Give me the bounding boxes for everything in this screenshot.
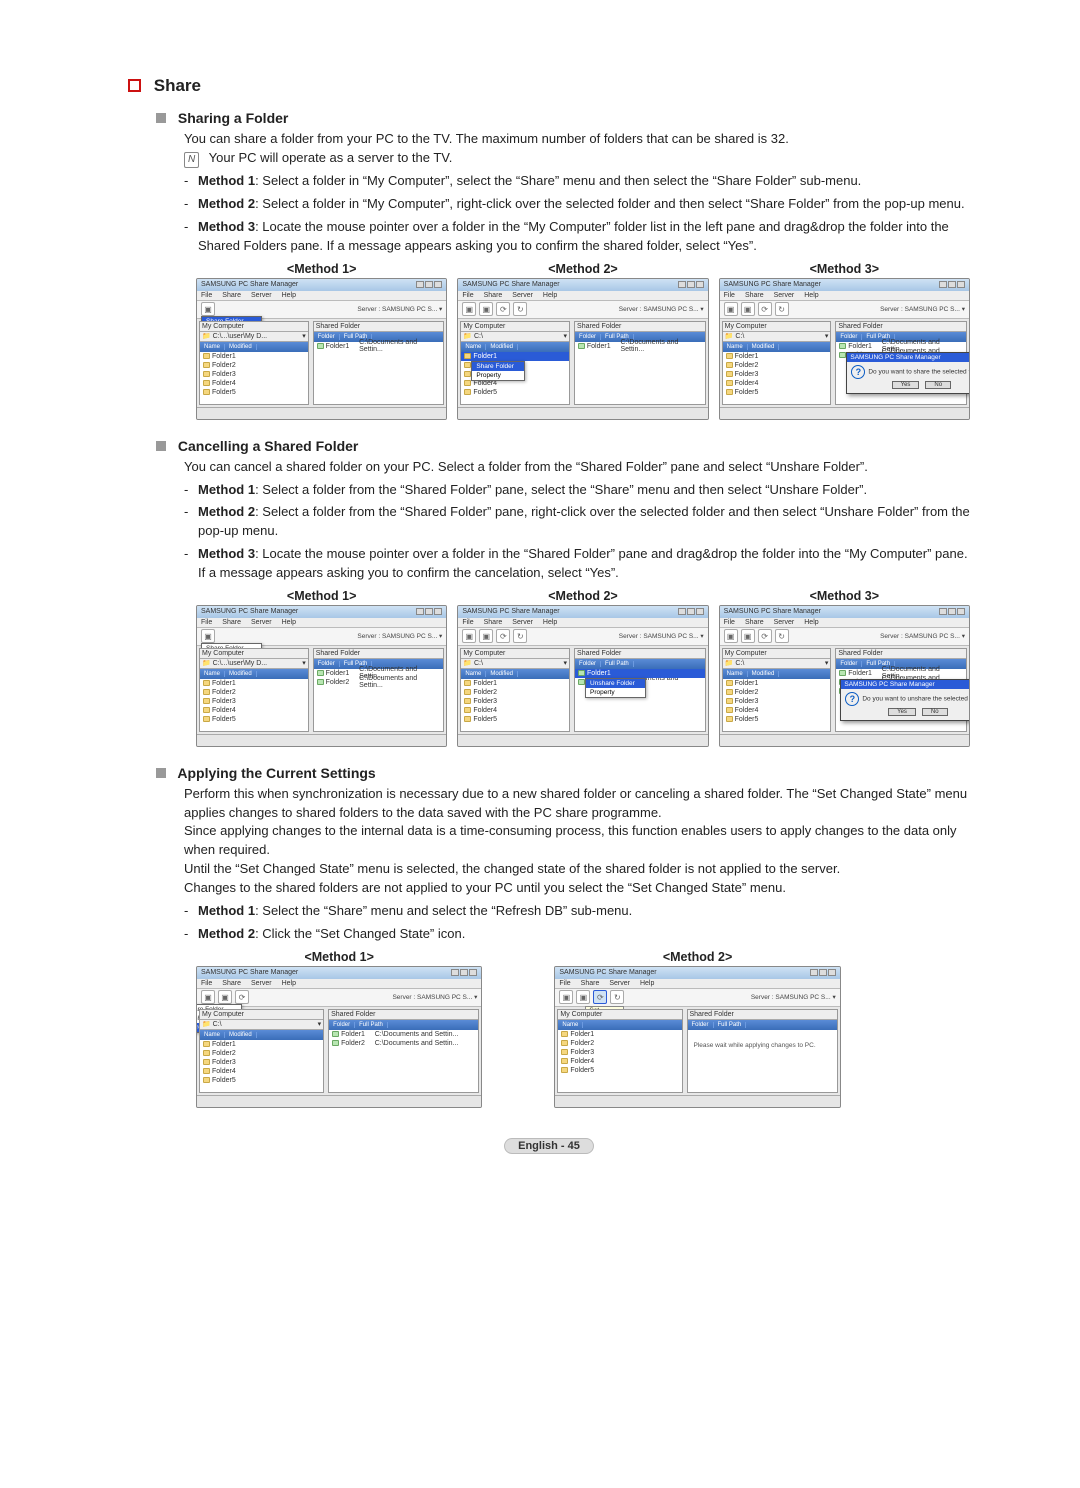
screenshot-apply-m1: SAMSUNG PC Share Manager FileShareServer…	[196, 966, 482, 1108]
section-applying: Applying the Current Settings Perform th…	[156, 765, 970, 1108]
heading-applying: Applying the Current Settings	[156, 765, 970, 781]
section-cancelling: Cancelling a Shared Folder You can cance…	[156, 438, 970, 747]
apply-m2: -Method 2: Click the “Set Changed State”…	[184, 925, 970, 944]
heading-cancelling: Cancelling a Shared Folder	[156, 438, 970, 454]
label-m3: <Method 3>	[719, 262, 970, 276]
screenshot-cancel-m2: SAMSUNG PC Share Manager FileShareServer…	[457, 605, 708, 747]
cancel-m2: -Method 2: Select a folder from the “Sha…	[184, 503, 970, 541]
cancel-screens: <Method 1> SAMSUNG PC Share Manager File…	[196, 589, 970, 747]
screenshot-share-m2: SAMSUNG PC Share Manager FileShareServer…	[457, 278, 708, 420]
label-m2: <Method 2>	[457, 262, 708, 276]
bullet-square-icon	[128, 79, 141, 92]
sharing-m2: - Method 2: Select a folder in “My Compu…	[184, 195, 970, 214]
no-button[interactable]: No	[922, 708, 948, 716]
section-sharing: Sharing a Folder You can share a folder …	[156, 110, 970, 420]
sharing-intro: You can share a folder from your PC to t…	[184, 130, 970, 149]
screenshot-apply-m2: SAMSUNG PC Share Manager FileShareServer…	[554, 966, 840, 1108]
share-title: Share	[154, 76, 201, 95]
confirm-dialog: SAMSUNG PC Share Manager ?Do you want to…	[840, 679, 970, 721]
cancel-m1: -Method 1: Select a folder from the “Sha…	[184, 481, 970, 500]
question-icon: ?	[845, 692, 859, 706]
label-m1: <Method 1>	[196, 262, 447, 276]
cancel-m3: -Method 3: Locate the mouse pointer over…	[184, 545, 970, 583]
bullet-small-icon	[156, 441, 166, 451]
no-button[interactable]: No	[925, 381, 951, 389]
heading-sharing: Sharing a Folder	[156, 110, 970, 126]
cancel-intro: You can cancel a shared folder on your P…	[184, 458, 970, 477]
page: Share Sharing a Folder You can share a f…	[0, 0, 1080, 1194]
confirm-dialog: SAMSUNG PC Share Manager ?Do you want to…	[846, 352, 970, 394]
screenshot-share-m3: SAMSUNG PC Share Manager FileShareServer…	[719, 278, 970, 420]
section-share-heading: Share	[128, 76, 970, 96]
sharing-m1: - Method 1: Select a folder in “My Compu…	[184, 172, 970, 191]
yes-button[interactable]: Yes	[892, 381, 920, 389]
sharing-note: N Your PC will operate as a server to th…	[184, 149, 970, 169]
window-buttons	[416, 281, 442, 288]
question-icon: ?	[851, 365, 865, 379]
wait-message: Please wait while applying changes to PC…	[688, 1030, 837, 1061]
screenshot-share-m1: SAMSUNG PC Share Manager FileShareServer…	[196, 278, 447, 420]
sharing-screens: <Method 1> SAMSUNG PC Share Manager File…	[196, 262, 970, 420]
yes-button[interactable]: Yes	[888, 708, 916, 716]
shared-folder-icon	[317, 343, 324, 349]
context-menu: Share Folder Property	[471, 361, 525, 381]
set-changed-state-icon[interactable]: ⟳	[593, 990, 607, 1004]
apply-screens: <Method 1> SAMSUNG PC Share Manager File…	[196, 950, 970, 1108]
apply-m1: -Method 1: Select the “Share” menu and s…	[184, 902, 970, 921]
screenshot-cancel-m3: SAMSUNG PC Share Manager FileShareServer…	[719, 605, 970, 747]
sharing-m3: - Method 3: Locate the mouse pointer ove…	[184, 218, 970, 256]
page-footer: English - 45	[504, 1138, 594, 1154]
folder-icon	[203, 353, 210, 359]
bullet-small-icon	[156, 113, 166, 123]
screenshot-cancel-m1: SAMSUNG PC Share Manager FileShareServer…	[196, 605, 447, 747]
nav-icon: ▣	[201, 302, 215, 316]
bullet-small-icon	[156, 768, 166, 778]
note-icon: N	[184, 152, 199, 169]
context-menu: Unshare Folder Property	[585, 678, 646, 698]
